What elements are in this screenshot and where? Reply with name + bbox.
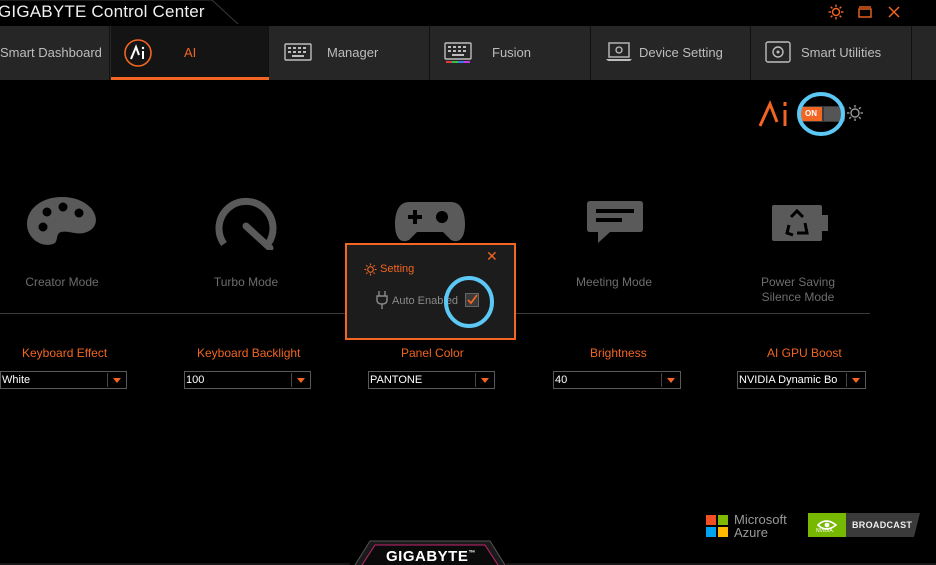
laptop-icon bbox=[606, 42, 632, 61]
setting-label-ai-gpu-boost: AI GPU Boost bbox=[767, 346, 842, 360]
setting-label-keyboard-effect: Keyboard Effect bbox=[22, 346, 108, 360]
tab-smart-utilities[interactable]: Smart Utilities bbox=[752, 26, 912, 80]
select-value: 100 bbox=[186, 374, 205, 386]
select-value: NVIDIA Dynamic Bo bbox=[739, 374, 838, 386]
ai-logo-icon bbox=[124, 39, 152, 67]
app-title: GIGABYTE Control Center bbox=[0, 2, 205, 21]
chevron-down-icon[interactable] bbox=[107, 373, 124, 387]
setting-label-brightness: Brightness bbox=[590, 346, 647, 360]
close-icon[interactable] bbox=[884, 2, 904, 22]
power-plug-icon bbox=[376, 291, 388, 309]
popup-title: Setting bbox=[380, 263, 415, 275]
mode-label-power-saving: Power Saving Silence Mode bbox=[760, 275, 836, 304]
rgb-keyboard-icon bbox=[444, 42, 472, 63]
select-value: 40 bbox=[555, 374, 568, 386]
active-tab-indicator bbox=[111, 77, 269, 80]
tab-smart-dashboard[interactable]: Smart Dashboard bbox=[0, 26, 110, 80]
battery-recycle-icon[interactable] bbox=[771, 203, 829, 243]
brand-name: GIGABYTE bbox=[386, 548, 469, 565]
brightness-select[interactable]: 40 bbox=[553, 371, 681, 389]
speedometer-icon[interactable] bbox=[214, 194, 278, 250]
keyboard-icon bbox=[284, 43, 312, 61]
close-icon[interactable]: ✕ bbox=[486, 249, 498, 263]
gigabyte-logo: GIGABYTE™ bbox=[386, 548, 476, 565]
keyboard-effect-select[interactable]: White bbox=[0, 371, 127, 389]
tab-label: Smart Utilities bbox=[801, 45, 882, 60]
tab-bar: Smart Dashboard AI Manager Fusion Device… bbox=[0, 26, 936, 80]
restore-icon[interactable] bbox=[855, 2, 875, 22]
mode-label-turbo: Turbo Mode bbox=[213, 275, 279, 289]
annotation-circle-toggle bbox=[797, 92, 845, 136]
ai-settings-gear-icon[interactable] bbox=[846, 104, 864, 122]
gear-icon bbox=[364, 263, 377, 276]
chevron-down-icon[interactable] bbox=[291, 373, 308, 387]
ai-gpu-boost-select[interactable]: NVIDIA Dynamic Bo bbox=[737, 371, 866, 389]
gamepad-icon[interactable] bbox=[395, 198, 465, 244]
chevron-down-icon[interactable] bbox=[475, 373, 492, 387]
tab-label: AI bbox=[184, 45, 197, 60]
tab-label: Smart Dashboard bbox=[0, 45, 102, 60]
select-value: PANTONE bbox=[370, 374, 423, 386]
setting-label-panel-color: Panel Color bbox=[401, 346, 464, 360]
tab-ai[interactable]: AI bbox=[111, 26, 269, 80]
microsoft-logo-icon bbox=[706, 515, 728, 537]
mode-label-creator: Creator Mode bbox=[25, 275, 99, 289]
tab-device-setting[interactable]: Device Setting bbox=[592, 26, 751, 80]
select-value: White bbox=[2, 374, 31, 386]
microsoft-azure-label: Microsoft Azure bbox=[734, 513, 787, 539]
palette-icon[interactable] bbox=[25, 194, 99, 250]
tab-label: Device Setting bbox=[639, 45, 723, 60]
setting-label-keyboard-backlight: Keyboard Backlight bbox=[197, 346, 301, 360]
chevron-down-icon[interactable] bbox=[661, 373, 678, 387]
broadcast-text: BROADCAST bbox=[852, 520, 913, 530]
chevron-down-icon[interactable] bbox=[846, 373, 863, 387]
gear-icon[interactable] bbox=[826, 2, 846, 22]
mode-label-meeting: Meeting Mode bbox=[575, 275, 653, 289]
utilities-icon bbox=[765, 41, 791, 63]
annotation-circle-checkbox bbox=[444, 276, 494, 328]
ai-logo-icon bbox=[758, 100, 787, 127]
nvidia-text: NVIDIA. bbox=[816, 528, 835, 534]
keyboard-backlight-select[interactable]: 100 bbox=[184, 371, 311, 389]
tab-fusion[interactable]: Fusion bbox=[431, 26, 591, 80]
tab-label: Manager bbox=[327, 45, 379, 60]
tab-manager[interactable]: Manager bbox=[270, 26, 430, 80]
panel-color-select[interactable]: PANTONE bbox=[368, 371, 495, 389]
tab-label: Fusion bbox=[492, 45, 532, 60]
trademark: ™ bbox=[468, 550, 476, 557]
chat-icon[interactable] bbox=[586, 199, 644, 245]
